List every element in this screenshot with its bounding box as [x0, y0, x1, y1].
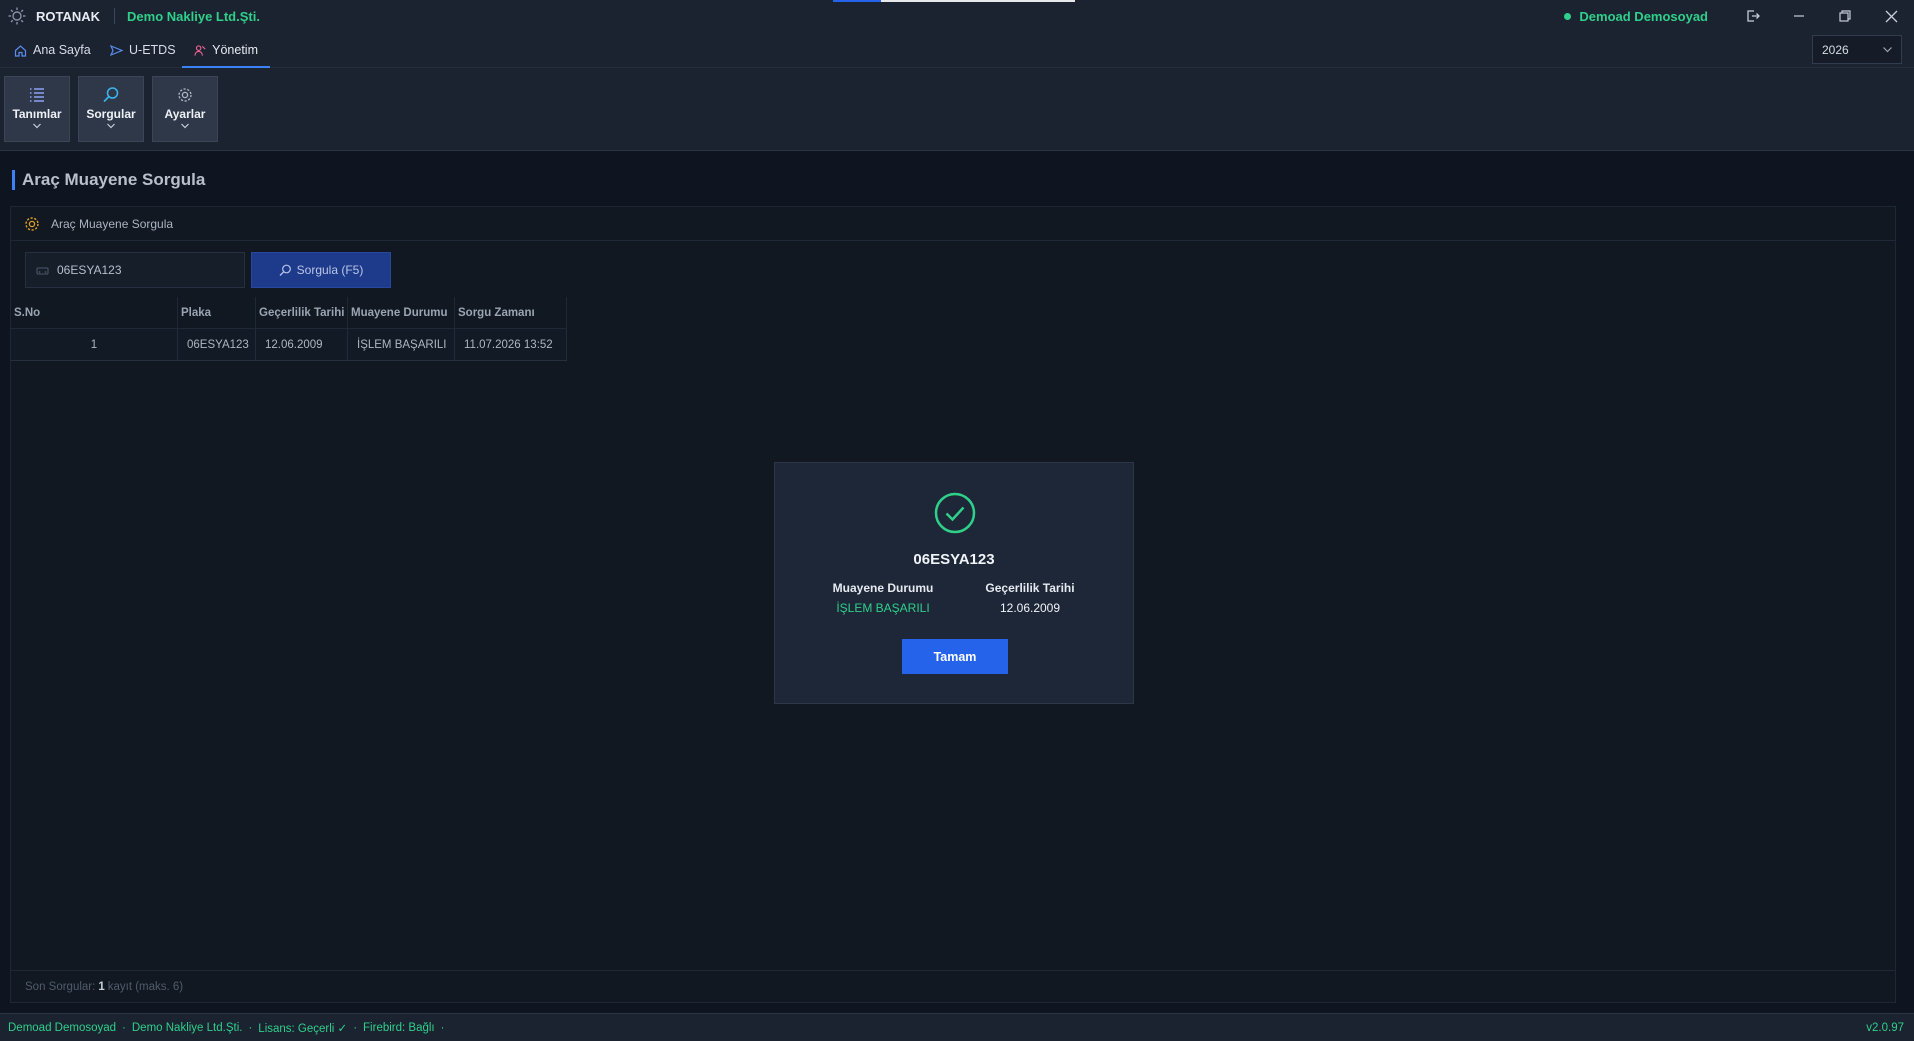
car-icon — [36, 266, 49, 275]
status-bar: Demoad Demosoyad · Demo Nakliye Ltd.Şti.… — [0, 1013, 1914, 1041]
title-bar: ROTANAK Demo Nakliye Ltd.Şti. Demoad Dem… — [0, 0, 1914, 32]
status-license: Lisans: Geçerli ✓ — [258, 1022, 348, 1035]
plate-input[interactable] — [57, 263, 227, 277]
close-button[interactable] — [1868, 0, 1914, 32]
panel-header: Araç Muayene Sorgula — [11, 207, 1895, 241]
date-label: Geçerlilik Tarihi — [985, 581, 1075, 595]
ribbon-toolbar: Tanımlar Sorgular Ayarlar — [0, 68, 1914, 151]
restore-icon — [1839, 10, 1851, 22]
separator-dot: · — [353, 1021, 358, 1034]
tab-label: U-ETDS — [129, 43, 176, 57]
minimize-button[interactable] — [1776, 0, 1822, 32]
list-icon — [28, 84, 46, 106]
column-header[interactable]: S.No — [11, 297, 178, 328]
column-header[interactable]: Geçerlilik Tarihi — [256, 297, 348, 328]
home-icon — [14, 44, 27, 57]
panel-title: Araç Muayene Sorgula — [51, 216, 174, 231]
dialog-plate: 06ESYA123 — [913, 551, 995, 568]
search-icon — [102, 84, 120, 106]
company-name: Demo Nakliye Ltd.Şti. — [127, 8, 260, 24]
year-value: 2026 — [1822, 42, 1849, 57]
date-field: Geçerlilik Tarihi 12.06.2009 — [970, 581, 1090, 615]
page-title: Araç Muayene Sorgula — [22, 170, 206, 189]
separator-dot: · — [440, 1021, 445, 1034]
ribbon-label: Tanımlar — [12, 107, 62, 121]
app-name: ROTANAK — [36, 8, 101, 24]
table-cell: İŞLEM BAŞARILI — [348, 329, 455, 360]
table-header: S.No Plaka Geçerlilik Tarihi Muayene Dur… — [11, 297, 567, 329]
sun-logo-icon — [8, 7, 26, 25]
menu-bar: Ana Sayfa U-ETDS Yönetim 2026 — [0, 32, 1914, 68]
tab-u-etds[interactable]: U-ETDS — [110, 32, 176, 68]
chevron-down-icon — [107, 123, 115, 129]
minimize-icon — [1794, 15, 1804, 17]
plate-input-box[interactable] — [25, 252, 245, 288]
chevron-down-icon — [181, 123, 189, 129]
status-company: Demo Nakliye Ltd.Şti. — [131, 1021, 243, 1034]
sorgular-button[interactable]: Sorgular — [78, 76, 144, 142]
settings-gear-icon — [25, 216, 39, 231]
ok-button[interactable]: Tamam — [902, 639, 1008, 674]
results-table: S.No Plaka Geçerlilik Tarihi Muayene Dur… — [11, 297, 567, 361]
year-select[interactable]: 2026 — [1812, 35, 1902, 64]
result-dialog: 06ESYA123 Muayene Durumu İŞLEM BAŞARILI … — [774, 462, 1134, 704]
tab-yonetim[interactable]: Yönetim — [182, 32, 270, 68]
tanimlar-button[interactable]: Tanımlar — [4, 76, 70, 142]
chevron-down-icon — [33, 123, 41, 129]
loading-progress — [833, 0, 1075, 2]
logout-icon — [1747, 10, 1760, 22]
separator-dot: · — [248, 1021, 253, 1034]
online-status-dot — [1564, 12, 1572, 20]
gear-icon — [176, 84, 194, 106]
status-field: Muayene Durumu İŞLEM BAŞARILI — [823, 581, 943, 615]
status-label: Muayene Durumu — [832, 581, 934, 595]
search-icon — [279, 264, 291, 276]
query-button[interactable]: Sorgula (F5) — [251, 252, 391, 288]
status-db: Firebird: Bağlı — [363, 1021, 435, 1034]
tab-ana-sayfa[interactable]: Ana Sayfa — [14, 32, 91, 68]
panel-footer: Son Sorgular: 1 kayıt (maks. 6) — [11, 970, 1895, 1002]
restore-button[interactable] — [1822, 0, 1868, 32]
send-icon — [110, 44, 123, 56]
column-header[interactable]: Muayene Durumu — [348, 297, 455, 328]
date-value: 12.06.2009 — [999, 601, 1061, 615]
footer-prefix: Son Sorgular: — [25, 980, 96, 993]
table-cell: 11.07.2026 13:52 — [455, 329, 567, 360]
query-button-label: Sorgula (F5) — [296, 263, 364, 277]
tab-label: Ana Sayfa — [33, 43, 91, 57]
table-row[interactable]: 1 06ESYA123 12.06.2009 İŞLEM BAŞARILI 11… — [11, 329, 567, 361]
status-value: İŞLEM BAŞARILI — [836, 601, 930, 615]
footer-count: 1 — [98, 980, 105, 993]
footer-suffix: kayıt (maks. 6) — [107, 980, 184, 993]
column-header[interactable]: Plaka — [178, 297, 256, 328]
table-cell: 12.06.2009 — [256, 329, 348, 360]
status-user: Demoad Demosoyad — [8, 1021, 117, 1034]
column-header[interactable]: Sorgu Zamanı — [455, 297, 567, 328]
table-cell: 1 — [11, 329, 178, 360]
table-cell: 06ESYA123 — [178, 329, 256, 360]
ribbon-label: Ayarlar — [164, 107, 206, 121]
logout-button[interactable] — [1730, 0, 1776, 32]
admin-icon — [194, 44, 206, 56]
tab-label: Yönetim — [212, 43, 258, 57]
title-divider — [114, 8, 116, 24]
current-user[interactable]: Demoad Demosoyad — [1579, 9, 1708, 24]
success-check-icon — [934, 492, 976, 534]
app-version: v2.0.97 — [1866, 1021, 1904, 1034]
chevron-down-icon — [1883, 47, 1892, 53]
ribbon-label: Sorgular — [86, 107, 136, 121]
ayarlar-button[interactable]: Ayarlar — [152, 76, 218, 142]
separator-dot: · — [122, 1021, 126, 1034]
page-header: Araç Muayene Sorgula — [12, 170, 205, 190]
close-icon — [1885, 10, 1897, 22]
